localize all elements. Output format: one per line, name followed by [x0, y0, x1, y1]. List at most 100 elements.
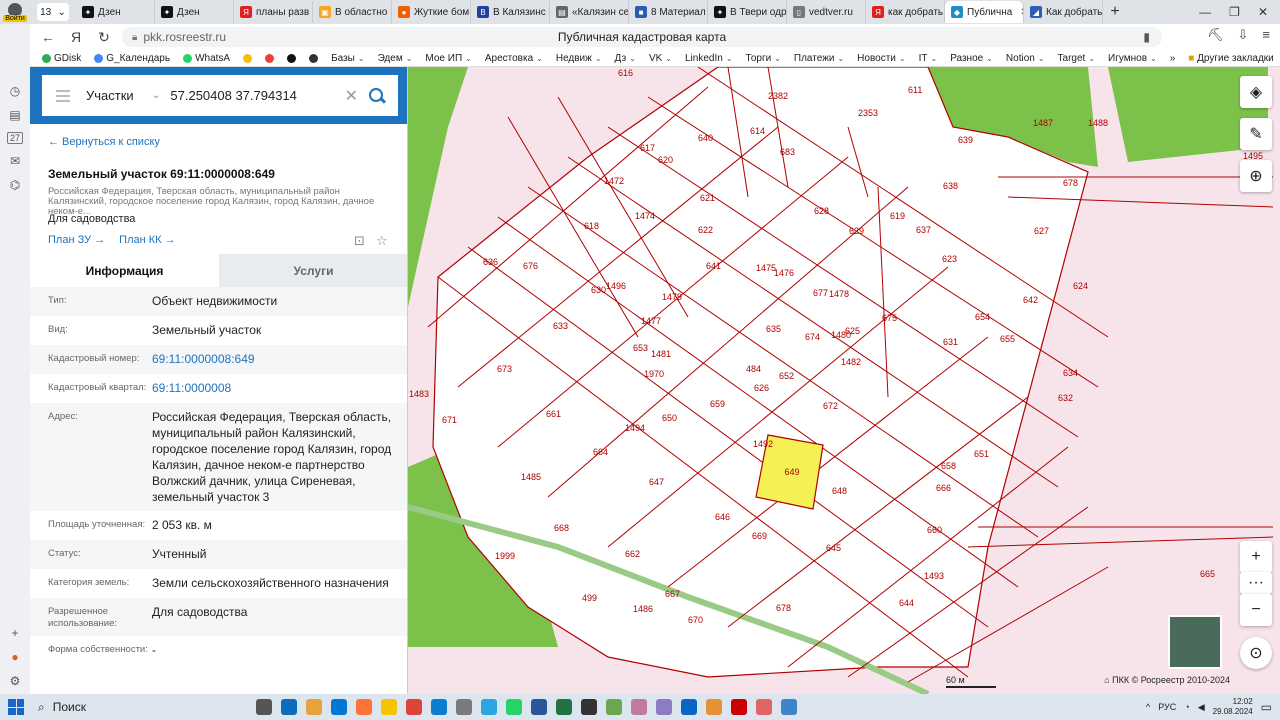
browser-tab[interactable]: ▯ vedtver.ru [787, 1, 866, 23]
bookmark-item[interactable] [243, 53, 253, 64]
lot-number[interactable]: 622 [698, 225, 713, 235]
tray-chevron-icon[interactable]: ^ [1146, 702, 1150, 712]
lot-number[interactable]: 1472 [604, 176, 624, 186]
bookmark-item[interactable]: Notion ⌄ [1006, 53, 1045, 64]
bookmark-item[interactable] [287, 53, 297, 64]
lot-number[interactable]: 635 [766, 324, 781, 334]
attribute-value[interactable]: 69:11:0000008 [152, 380, 407, 396]
lot-number[interactable]: 633 [553, 321, 568, 331]
lot-number[interactable]: 484 [746, 364, 761, 374]
wifi-icon[interactable]: ◔ [1184, 702, 1189, 712]
app-icon[interactable] [781, 699, 797, 715]
lot-number[interactable]: 673 [497, 364, 512, 374]
profile-button[interactable]: Войти [0, 0, 30, 24]
lot-number[interactable]: 683 [780, 147, 795, 157]
bookmark-item[interactable]: IT ⌄ [919, 53, 938, 64]
lot-number[interactable]: 677 [813, 288, 828, 298]
firefox-icon[interactable] [356, 699, 372, 715]
browser-tab[interactable]: ◢ Как добрать [1024, 1, 1103, 23]
lot-number[interactable]: 669 [752, 531, 767, 541]
lot-number[interactable]: 642 [1023, 295, 1038, 305]
tab-information[interactable]: Информация [30, 254, 219, 287]
mail-icon[interactable]: ✉ [10, 154, 20, 168]
app-icon[interactable] [456, 699, 472, 715]
app-icon[interactable] [581, 699, 597, 715]
plan-zu-link[interactable]: План ЗУ → [48, 234, 105, 246]
history-icon[interactable]: ◷ [10, 84, 20, 98]
store-icon[interactable] [331, 699, 347, 715]
app-icon[interactable] [681, 699, 697, 715]
bookmark-item[interactable]: Арестовка ⌄ [485, 53, 543, 64]
maximize-icon[interactable]: ❐ [1229, 5, 1240, 19]
lot-number[interactable]: 1493 [924, 571, 944, 581]
lot-number[interactable]: 2382 [768, 91, 788, 101]
lot-number[interactable]: 672 [823, 401, 838, 411]
new-tab-plus-icon[interactable]: + [1104, 3, 1126, 21]
home-icon[interactable]: ⌂ [1104, 675, 1109, 685]
lot-number[interactable]: 1483 [409, 389, 429, 399]
lot-number[interactable]: 670 [688, 615, 703, 625]
search-input[interactable]: 57.250408 37.794314 [170, 88, 344, 103]
browser-tab[interactable]: ▣ В областно [313, 1, 392, 23]
language-indicator[interactable]: РУС [1158, 702, 1176, 712]
lot-number[interactable]: 675 [882, 313, 897, 323]
clear-icon[interactable]: ✕ [345, 86, 358, 106]
lot-number[interactable]: 1478 [829, 289, 849, 299]
lot-number[interactable]: 658 [941, 461, 956, 471]
bookmark-item[interactable]: Target ⌄ [1058, 53, 1096, 64]
bookmark-item[interactable]: WhatsA [183, 53, 230, 64]
minimize-icon[interactable]: — [1199, 5, 1211, 19]
zoom-in-icon[interactable]: + [1240, 541, 1272, 573]
browser-tab[interactable]: ▤ «Калязин се [550, 1, 629, 23]
lot-number[interactable]: 621 [700, 193, 715, 203]
whatsapp-icon[interactable] [506, 699, 522, 715]
tab-services[interactable]: Услуги [219, 254, 407, 287]
lot-number[interactable]: 1488 [1088, 118, 1108, 128]
yandex-browser-icon[interactable] [381, 699, 397, 715]
lot-number[interactable]: 619 [890, 211, 905, 221]
lot-number[interactable]: 625 [845, 326, 860, 336]
bookmark-item[interactable]: Дз ⌄ [615, 53, 636, 64]
task-view-icon[interactable] [256, 699, 272, 715]
lot-number[interactable]: 630 [591, 285, 606, 295]
browser-tab[interactable]: Якак добрать [866, 1, 945, 23]
lot-number[interactable]: 624 [1073, 281, 1088, 291]
add-panel-icon[interactable]: + [11, 626, 18, 640]
lot-number[interactable]: 1481 [651, 349, 671, 359]
bookmark-item[interactable]: Недвиж ⌄ [556, 53, 602, 64]
calendar-icon[interactable]: 27 [6, 132, 23, 144]
zoom-out-icon[interactable]: − [1240, 594, 1272, 626]
lot-number[interactable]: 640 [698, 133, 713, 143]
lot-number[interactable]: 623 [942, 254, 957, 264]
lot-number[interactable]: 659 [710, 399, 725, 409]
browser-tab[interactable]: ■ 8 Материал [629, 1, 708, 23]
lot-number[interactable]: 1476 [774, 268, 794, 278]
extension-icon[interactable]: ⛏ [1207, 27, 1224, 43]
lot-number[interactable]: 638 [943, 181, 958, 191]
plan-kk-link[interactable]: План КК → [119, 234, 175, 246]
notifications-icon[interactable]: ▭ [1261, 700, 1272, 714]
lot-number[interactable]: 655 [1000, 334, 1015, 344]
lot-number[interactable]: 618 [584, 221, 599, 231]
explorer-icon[interactable] [306, 699, 322, 715]
camera-icon[interactable]: ⌬ [10, 178, 20, 192]
lot-number[interactable]: 666 [936, 483, 951, 493]
lot-number[interactable]: 1487 [1033, 118, 1053, 128]
search-type-select[interactable]: Участки [86, 88, 146, 103]
lot-number[interactable]: 628 [814, 206, 829, 216]
edge-icon[interactable] [431, 699, 447, 715]
reload-icon[interactable]: ↻ [94, 29, 114, 46]
bookmark-item[interactable]: Новости ⌄ [857, 53, 905, 64]
lot-number[interactable]: 617 [640, 143, 655, 153]
excel-icon[interactable] [556, 699, 572, 715]
lot-number[interactable]: 616 [618, 68, 633, 78]
bookmark-item[interactable]: VK ⌄ [649, 53, 672, 64]
bookmark-item[interactable]: LinkedIn ⌄ [685, 53, 733, 64]
bookmark-item[interactable] [309, 53, 319, 64]
lot-number[interactable]: 1477 [641, 316, 661, 326]
lot-number[interactable]: 1494 [625, 423, 645, 433]
hamburger-icon[interactable] [56, 89, 70, 102]
browser-tab[interactable]: ● Жуткие бом [392, 1, 471, 23]
downloads-icon[interactable]: ⇩ [1238, 27, 1249, 43]
browser-tab[interactable]: ✦ Дзен [76, 1, 155, 23]
